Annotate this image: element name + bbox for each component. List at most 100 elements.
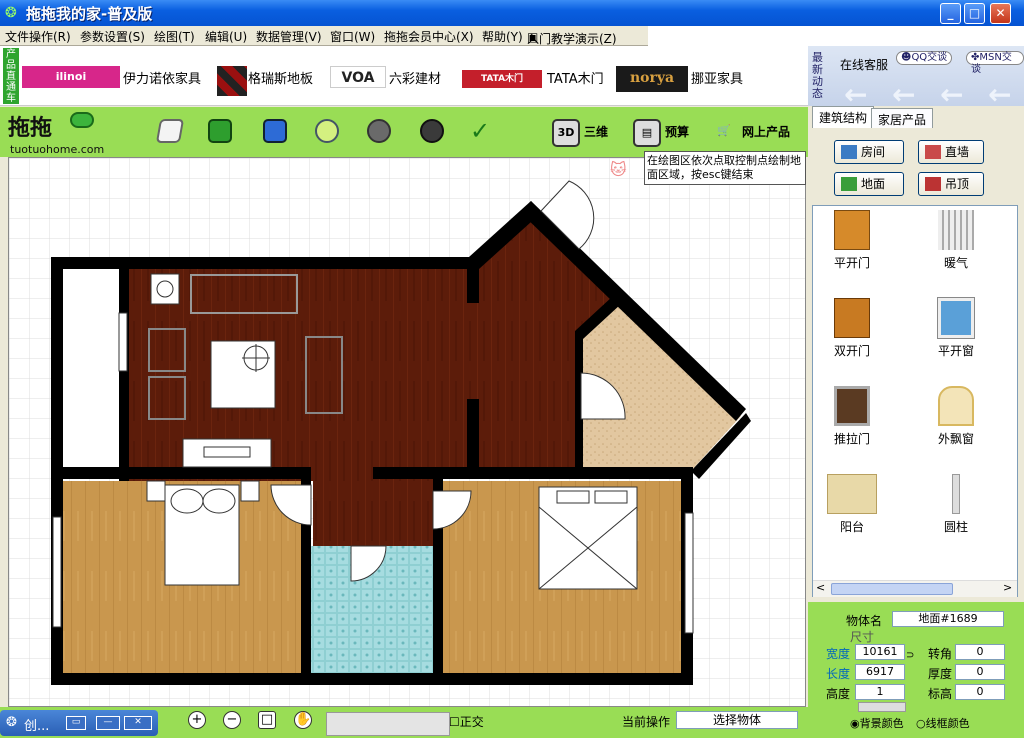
elevation-field[interactable]: 0	[955, 684, 1005, 700]
hint-tooltip: 在绘图区依次点取控制点绘制地面区域，按esc键结束	[644, 151, 806, 185]
list-scrollbar[interactable]: < >	[813, 580, 1017, 597]
menu-data[interactable]: 数据管理(V)	[256, 28, 322, 45]
close-doc-icon[interactable]	[420, 119, 444, 143]
item-sliding-door[interactable]: 推拉门	[817, 386, 887, 447]
floor-button[interactable]: 地面	[834, 172, 904, 196]
zoom-in-icon[interactable]: +	[188, 711, 206, 729]
item-radiator[interactable]: 暖气	[921, 210, 991, 271]
title-bar: ❂ 拖拖我的家-普及版 _ □ ✕	[0, 0, 1024, 26]
confirm-check-icon[interactable]: ✓	[470, 119, 494, 143]
window-title: 拖拖我的家-普及版	[26, 5, 153, 23]
single-door-icon	[834, 210, 870, 250]
object-name-field[interactable]: 地面#1689	[892, 611, 1004, 627]
task-min-icon[interactable]: —	[96, 716, 120, 730]
scroll-right-icon[interactable]: >	[1003, 581, 1012, 594]
room-label: 房间	[861, 145, 886, 159]
budget-icon: ▤	[633, 118, 661, 147]
radio-empty-icon: ○	[916, 717, 926, 730]
app-window: ❂ 拖拖我的家-普及版 _ □ ✕ 文件操作(R) 参数设置(S) 绘图(T) …	[0, 0, 1024, 738]
frame-color-label: 线框颜色	[925, 717, 970, 730]
taskbar-button[interactable]: ❂ 创... ▭ — ✕	[0, 710, 158, 736]
item-single-door[interactable]: 平开门	[817, 210, 887, 271]
undo-icon[interactable]	[367, 119, 391, 143]
brand-logo-ilinoi[interactable]: ilinoi	[22, 66, 120, 88]
task-restore-icon[interactable]: ▭	[66, 716, 86, 730]
menu-edit[interactable]: 编辑(U)	[205, 28, 247, 45]
width-label: 宽度	[826, 647, 851, 661]
qq-chat-button[interactable]: ☻QQ交谈	[896, 51, 953, 65]
scroll-left-icon[interactable]: <	[816, 581, 825, 594]
budget-button[interactable]: ▤ 预算	[633, 116, 689, 148]
msn-chat-button[interactable]: ✤MSN交谈	[966, 51, 1024, 75]
sliding-door-icon	[834, 386, 870, 426]
item-double-door[interactable]: 双开门	[817, 298, 887, 359]
length-field[interactable]: 6917	[855, 664, 905, 680]
minimize-button[interactable]: _	[940, 3, 961, 24]
tab-products[interactable]: 家居产品	[871, 108, 934, 128]
save-icon[interactable]	[263, 119, 287, 143]
brand-name-tata[interactable]: TATA木门	[547, 68, 604, 87]
angle-label: 转角	[928, 647, 953, 661]
thickness-field[interactable]: 0	[955, 664, 1005, 680]
new-file-icon[interactable]	[155, 119, 185, 143]
height-label: 高度	[826, 687, 851, 701]
ortho-checkbox[interactable]: ☐正交	[449, 713, 484, 730]
task-close-icon[interactable]: ✕	[124, 716, 152, 730]
brand-name-norya[interactable]: 挪亚家具	[691, 68, 743, 87]
drawing-canvas[interactable]	[8, 157, 806, 707]
brand-name-gerais[interactable]: 格瑞斯地板	[248, 68, 313, 87]
three-d-button[interactable]: 3D 三维	[552, 116, 608, 148]
tv-cabinet	[182, 438, 272, 468]
brand-name-liucai[interactable]: 六彩建材	[389, 68, 441, 87]
item-casement-window[interactable]: 平开窗	[921, 297, 991, 359]
item-balcony[interactable]: 阳台	[817, 474, 887, 535]
online-products-label: 网上产品	[742, 125, 791, 139]
current-op-field: 选择物体	[676, 711, 798, 729]
zoom-slider[interactable]	[326, 712, 450, 736]
room-button[interactable]: 房间	[834, 140, 904, 164]
close-button[interactable]: ✕	[990, 3, 1011, 24]
brand-name-ilinoi[interactable]: 伊力诺依家具	[123, 68, 201, 87]
link-icon[interactable]: ⊃	[906, 650, 914, 661]
pointer-icon[interactable]	[315, 119, 339, 143]
app-logo: 拖拖	[8, 115, 53, 141]
frame-color-radio[interactable]: ○线框颜色	[916, 715, 970, 731]
brand-logo-norya[interactable]: norya	[616, 66, 688, 92]
balcony-floor	[53, 263, 121, 473]
bg-color-radio[interactable]: ◉背景颜色	[850, 715, 904, 731]
menu-params[interactable]: 参数设置(S)	[80, 28, 145, 45]
height-field[interactable]: 1	[855, 684, 905, 700]
maximize-button[interactable]: □	[964, 3, 985, 24]
tab-structure[interactable]: 建筑结构	[812, 106, 875, 128]
brand-logo-gerais[interactable]	[217, 66, 247, 96]
fit-view-icon[interactable]: □	[258, 711, 276, 729]
hallway-floor	[313, 471, 433, 546]
logo-leaf-icon	[70, 112, 94, 128]
menu-file[interactable]: 文件操作(R)	[5, 28, 71, 45]
menu-draw[interactable]: 绘图(T)	[154, 28, 195, 45]
width-field[interactable]: 10161	[855, 644, 905, 660]
casement-window-icon	[937, 297, 975, 339]
item-column[interactable]: 圆柱	[921, 474, 991, 535]
angle-field[interactable]: 0	[955, 644, 1005, 660]
brand-logo-liucai[interactable]: VOA	[330, 66, 386, 88]
ortho-label: 正交	[459, 715, 484, 729]
open-file-icon[interactable]	[208, 119, 232, 143]
app-small-icon: ❂	[6, 715, 17, 730]
assistant-cat-icon: 🐱	[610, 160, 627, 179]
menu-window[interactable]: 窗口(W)	[330, 28, 375, 45]
menu-help[interactable]: 帮助(Y)	[482, 28, 523, 45]
pan-hand-icon[interactable]: ✋	[294, 711, 312, 729]
item-bay-window[interactable]: 外飘窗	[921, 386, 991, 447]
item-label: 阳台	[839, 520, 864, 534]
ceiling-button[interactable]: 吊顶	[918, 172, 984, 196]
nightstand	[146, 480, 166, 502]
menu-member[interactable]: 拖拖会员中心(X)	[384, 28, 474, 45]
color-swatch[interactable]	[858, 702, 906, 712]
zoom-out-icon[interactable]: −	[223, 711, 241, 729]
brand-logo-tata[interactable]: TATA木门	[462, 70, 542, 88]
window-balcony	[118, 312, 128, 372]
scroll-thumb[interactable]	[831, 583, 953, 595]
wall-button[interactable]: 直墙	[918, 140, 984, 164]
online-products-button[interactable]: 🛒 网上产品	[710, 116, 790, 148]
